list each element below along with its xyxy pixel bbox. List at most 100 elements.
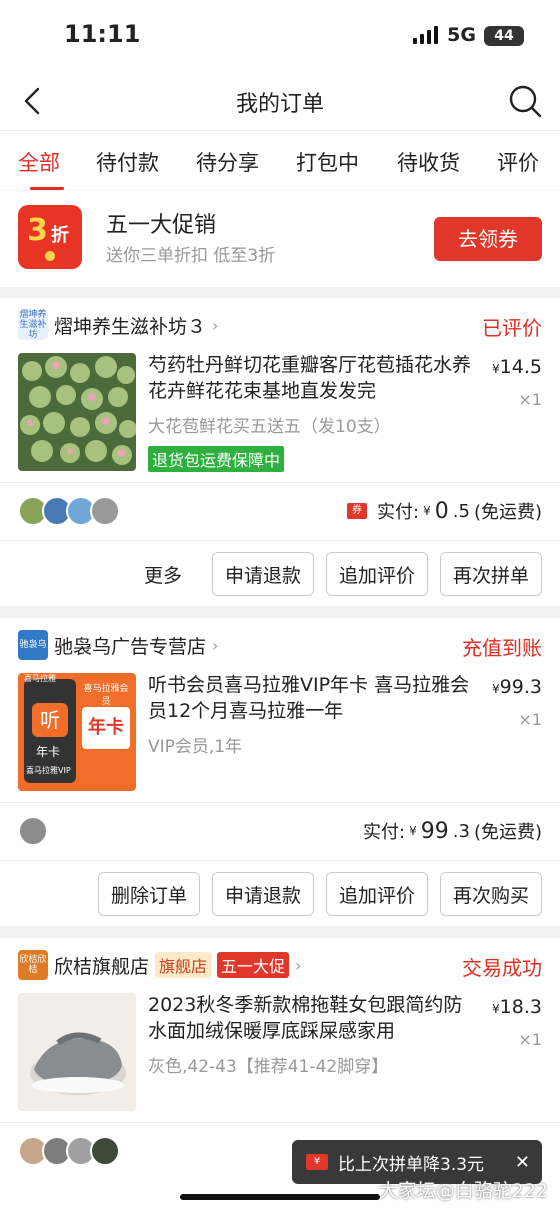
buy-again-button[interactable]: 再次购买 [439,872,542,916]
paid-label: 实付: [377,502,420,523]
group-avatars [18,496,120,526]
battery-icon: 44 [484,26,524,46]
product-spec: 大花苞鲜花买五送五（发10支） [148,417,391,437]
divider [0,860,560,861]
currency-symbol: ¥ [423,504,431,518]
tab-all[interactable]: 全部 [18,147,60,177]
request-refund-button[interactable]: 申请退款 [211,552,314,596]
more-button[interactable]: 更多 [144,561,182,588]
status-time: 11:11 [64,20,141,48]
product-title[interactable]: 听书会员喜马拉雅VIP年卡 喜马拉雅会员12个月喜马拉雅一年 [148,672,478,724]
listen-icon: 听 [32,703,68,737]
tab-review[interactable]: 评价 [497,147,539,177]
order-status: 充值到账 [462,636,542,660]
product-image[interactable] [18,993,136,1111]
product-price: ¥18.3 [492,996,542,1018]
search-icon[interactable] [508,84,542,118]
coupon-icon: 券 [347,503,368,519]
price-decimal: .3 [523,676,542,698]
avatar [90,496,120,526]
flagship-tag: 旗舰店 [155,952,212,978]
shop-row[interactable]: 熠坤养生滋补坊 熠坤养生滋补坊３ › [18,310,218,340]
page-title: 我的订单 [235,92,324,117]
thumb-vip: 喜马拉雅VIP [26,766,71,775]
order-card: 驰袅乌 驰袅乌广告专营店 › 充值到账 听 年卡 喜马拉雅会员 年卡 喜马拉雅 … [0,618,560,926]
currency-symbol: ¥ [492,362,500,376]
paid-amount: 券 实付: ¥0.5 (免运费) [347,498,542,524]
shop-logo: 驰袅乌 [18,630,48,660]
product-image[interactable]: 听 年卡 喜马拉雅会员 年卡 喜马拉雅 喜马拉雅VIP [18,673,136,791]
order-status: 交易成功 [462,956,542,980]
avatar [90,1136,120,1166]
currency-symbol: ¥ [409,824,417,838]
coupon-icon: ¥ [306,1154,328,1170]
paid-amount: 实付: ¥99.3 (免运费) [363,818,542,844]
tab-packing[interactable]: 打包中 [296,147,359,177]
product-image[interactable] [18,353,136,471]
divider [0,802,560,803]
shop-name: 熠坤养生滋补坊３ [54,315,207,338]
paid-decimal: .3 [452,820,470,842]
chevron-right-icon: › [295,955,302,975]
paid-integer: 99 [420,818,449,844]
close-icon[interactable]: ✕ [515,1152,530,1173]
request-refund-button[interactable]: 申请退款 [211,872,314,916]
tab-pending-receipt[interactable]: 待收货 [397,147,460,177]
product-title[interactable]: 芍药牡丹鲜切花重瓣客厅花苞插花水养花卉鲜花花束基地直发发完 [148,352,478,404]
price-decimal: .3 [523,996,542,1018]
home-indicator [180,1194,380,1200]
order-status: 已评价 [482,316,542,340]
claim-coupon-button[interactable]: 去领券 [434,217,542,261]
order-card: 熠坤养生滋补坊 熠坤养生滋补坊３ › 已评价 芍药牡丹鲜切花重瓣客厅花苞插花水养… [0,298,560,606]
paid-label: 实付: [363,822,406,843]
shop-name: 驰袅乌广告专营店 [54,635,207,658]
shop-logo: 熠坤养生滋补坊 [18,310,48,340]
navigation-bar: 我的订单 [0,72,560,130]
product-price: ¥99.3 [492,676,542,698]
product-price: ¥14.5 [492,356,542,378]
shop-row[interactable]: 驰袅乌 驰袅乌广告专营店 › [18,630,218,660]
product-spec: VIP会员,1年 [148,737,243,757]
promo-title: 五一大促销 [106,213,217,238]
thumb-card-label: 年卡 [36,745,61,759]
discount-envelope-icon: 3 折 [18,205,82,269]
product-quantity: ×1 [518,710,542,729]
avatar [18,816,48,846]
product-quantity: ×1 [518,1030,542,1049]
shipping-note: (免运费) [473,502,542,523]
price-integer: 18 [499,996,524,1018]
status-bar: 11:11 5G 44 [0,0,560,72]
price-integer: 99 [499,676,524,698]
product-title[interactable]: 2023秋冬季新款棉拖鞋女包跟简约防水面加绒保暖厚底踩屎感家用 [148,992,478,1044]
promo-tag: 五一大促 [217,952,290,978]
order-actions: 更多 申请退款 追加评价 再次拼单 [144,552,542,596]
return-shipping-badge: 退货包运费保障中 [148,446,285,472]
active-tab-indicator [30,187,64,190]
add-review-button[interactable]: 追加评价 [325,872,428,916]
shop-row[interactable]: 欣桔欣桔 欣桔旗舰店 旗舰店 五一大促 › [18,950,301,980]
shop-logo: 欣桔欣桔 [18,950,48,980]
paid-integer: 0 [434,498,449,524]
promo-subtitle: 送你三单折扣 低至3折 [106,246,276,266]
divider [0,482,560,483]
thumb-year-card: 年卡 [82,707,130,749]
add-review-button[interactable]: 追加评价 [325,552,428,596]
discount-unit: 折 [51,225,69,246]
currency-symbol: ¥ [492,682,500,696]
tab-pending-share[interactable]: 待分享 [196,147,259,177]
reorder-group-button[interactable]: 再次拼单 [439,552,542,596]
promo-banner[interactable]: 3 折 五一大促销 送你三单折扣 低至3折 去领券 [0,191,560,287]
product-quantity: ×1 [518,390,542,409]
product-spec: 灰色,42-43【推荐41-42脚穿】 [148,1057,389,1077]
watermark: 大家坛@白骆驼222 [378,1180,548,1202]
price-decimal: .5 [523,356,542,378]
currency-symbol: ¥ [492,1002,500,1016]
discount-number: 3 [27,213,48,248]
group-avatars [18,816,48,846]
delete-order-button[interactable]: 删除订单 [97,872,200,916]
tab-pending-payment[interactable]: 待付款 [96,147,159,177]
chevron-right-icon: › [212,315,219,335]
group-avatars [18,1136,120,1166]
toast-text: 比上次拼单降3.3元 [338,1154,485,1175]
thumb-brand: 喜马拉雅 [24,674,56,683]
